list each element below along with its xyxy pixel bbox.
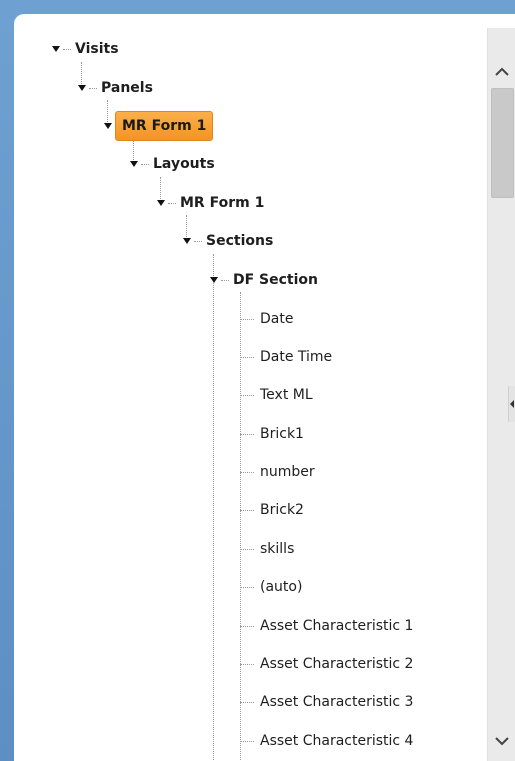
scroll-up-button[interactable] xyxy=(488,58,515,86)
expand-arrow-icon[interactable] xyxy=(78,85,86,91)
tree-leaf-field[interactable]: Asset Characteristic 2 xyxy=(240,653,413,675)
chevron-up-icon xyxy=(495,67,509,76)
tree-leaf-label: Date xyxy=(260,311,294,327)
tree-leaf-field[interactable]: Date xyxy=(240,308,293,330)
expand-arrow-icon[interactable] xyxy=(157,200,165,206)
tree-node-label: Layouts xyxy=(153,156,215,172)
tree-leaf-label: number xyxy=(260,464,315,480)
tree-node-label: Visits xyxy=(75,41,119,57)
scrollbar-thumb[interactable] xyxy=(491,88,514,198)
tree-leaf-field[interactable]: Text ML xyxy=(240,384,313,406)
tree-node-label: Sections xyxy=(206,233,274,249)
tree-leaf-label: Asset Characteristic 3 xyxy=(260,694,414,710)
tree-node-label: MR Form 1 xyxy=(180,195,265,211)
tree-node-layouts[interactable]: Layouts xyxy=(130,153,215,175)
tree-guide-line xyxy=(213,254,214,761)
tree-leaf-field[interactable]: Asset Characteristic 1 xyxy=(240,615,413,637)
tree-node-label: DF Section xyxy=(233,272,319,288)
tree-leaf-field[interactable]: Brick1 xyxy=(240,423,304,445)
tree-node-sections[interactable]: Sections xyxy=(183,230,273,252)
tree-leaf-field[interactable]: Asset Characteristic 3 xyxy=(240,691,413,713)
collapse-side-panel-button[interactable] xyxy=(508,386,515,422)
tree-leaf-field[interactable]: Asset Characteristic 4 xyxy=(240,730,413,752)
tree-node-mr-form-layout[interactable]: MR Form 1 xyxy=(157,192,264,214)
expand-arrow-icon[interactable] xyxy=(210,277,218,283)
window-frame: Visits Panels MR Form 1 Layouts MR Form … xyxy=(0,0,515,761)
tree-node-df-section[interactable]: DF Section xyxy=(210,269,318,291)
tree-leaf-field[interactable]: Brick2 xyxy=(240,499,304,521)
tree-view[interactable]: Visits Panels MR Form 1 Layouts MR Form … xyxy=(14,14,487,761)
tree-node-visits[interactable]: Visits xyxy=(52,38,119,60)
tree-leaf-label: (auto) xyxy=(260,579,303,595)
tree-leaf-label: Text ML xyxy=(260,387,313,403)
tree-node-panels[interactable]: Panels xyxy=(78,77,153,99)
tree-leaf-label: Asset Characteristic 1 xyxy=(260,618,414,634)
tree-leaf-label: Date Time xyxy=(260,349,333,365)
tree-leaf-label: Asset Characteristic 4 xyxy=(260,733,414,749)
chevron-down-icon xyxy=(495,737,509,746)
tree-leaf-label: Brick1 xyxy=(260,426,304,442)
tree-node-label: Panels xyxy=(101,80,153,96)
selected-tree-node-label[interactable]: MR Form 1 xyxy=(115,111,214,141)
expand-arrow-icon[interactable] xyxy=(183,238,191,244)
tree-node-mr-form-selected[interactable]: MR Form 1 xyxy=(104,111,214,141)
tree-leaf-label: Brick2 xyxy=(260,502,304,518)
tree-leaf-field[interactable]: number xyxy=(240,461,315,483)
scroll-down-button[interactable] xyxy=(488,727,515,755)
expand-arrow-icon[interactable] xyxy=(130,161,138,167)
tree-leaf-label: skills xyxy=(260,541,295,557)
expand-arrow-icon[interactable] xyxy=(104,123,112,129)
tree-panel: Visits Panels MR Form 1 Layouts MR Form … xyxy=(14,14,515,761)
tree-leaf-field[interactable]: Date Time xyxy=(240,346,332,368)
tree-leaf-label: Asset Characteristic 2 xyxy=(260,656,414,672)
tree-leaf-field[interactable]: skills xyxy=(240,538,294,560)
tree-leaf-field[interactable]: (auto) xyxy=(240,576,302,598)
expand-arrow-icon[interactable] xyxy=(52,46,60,52)
